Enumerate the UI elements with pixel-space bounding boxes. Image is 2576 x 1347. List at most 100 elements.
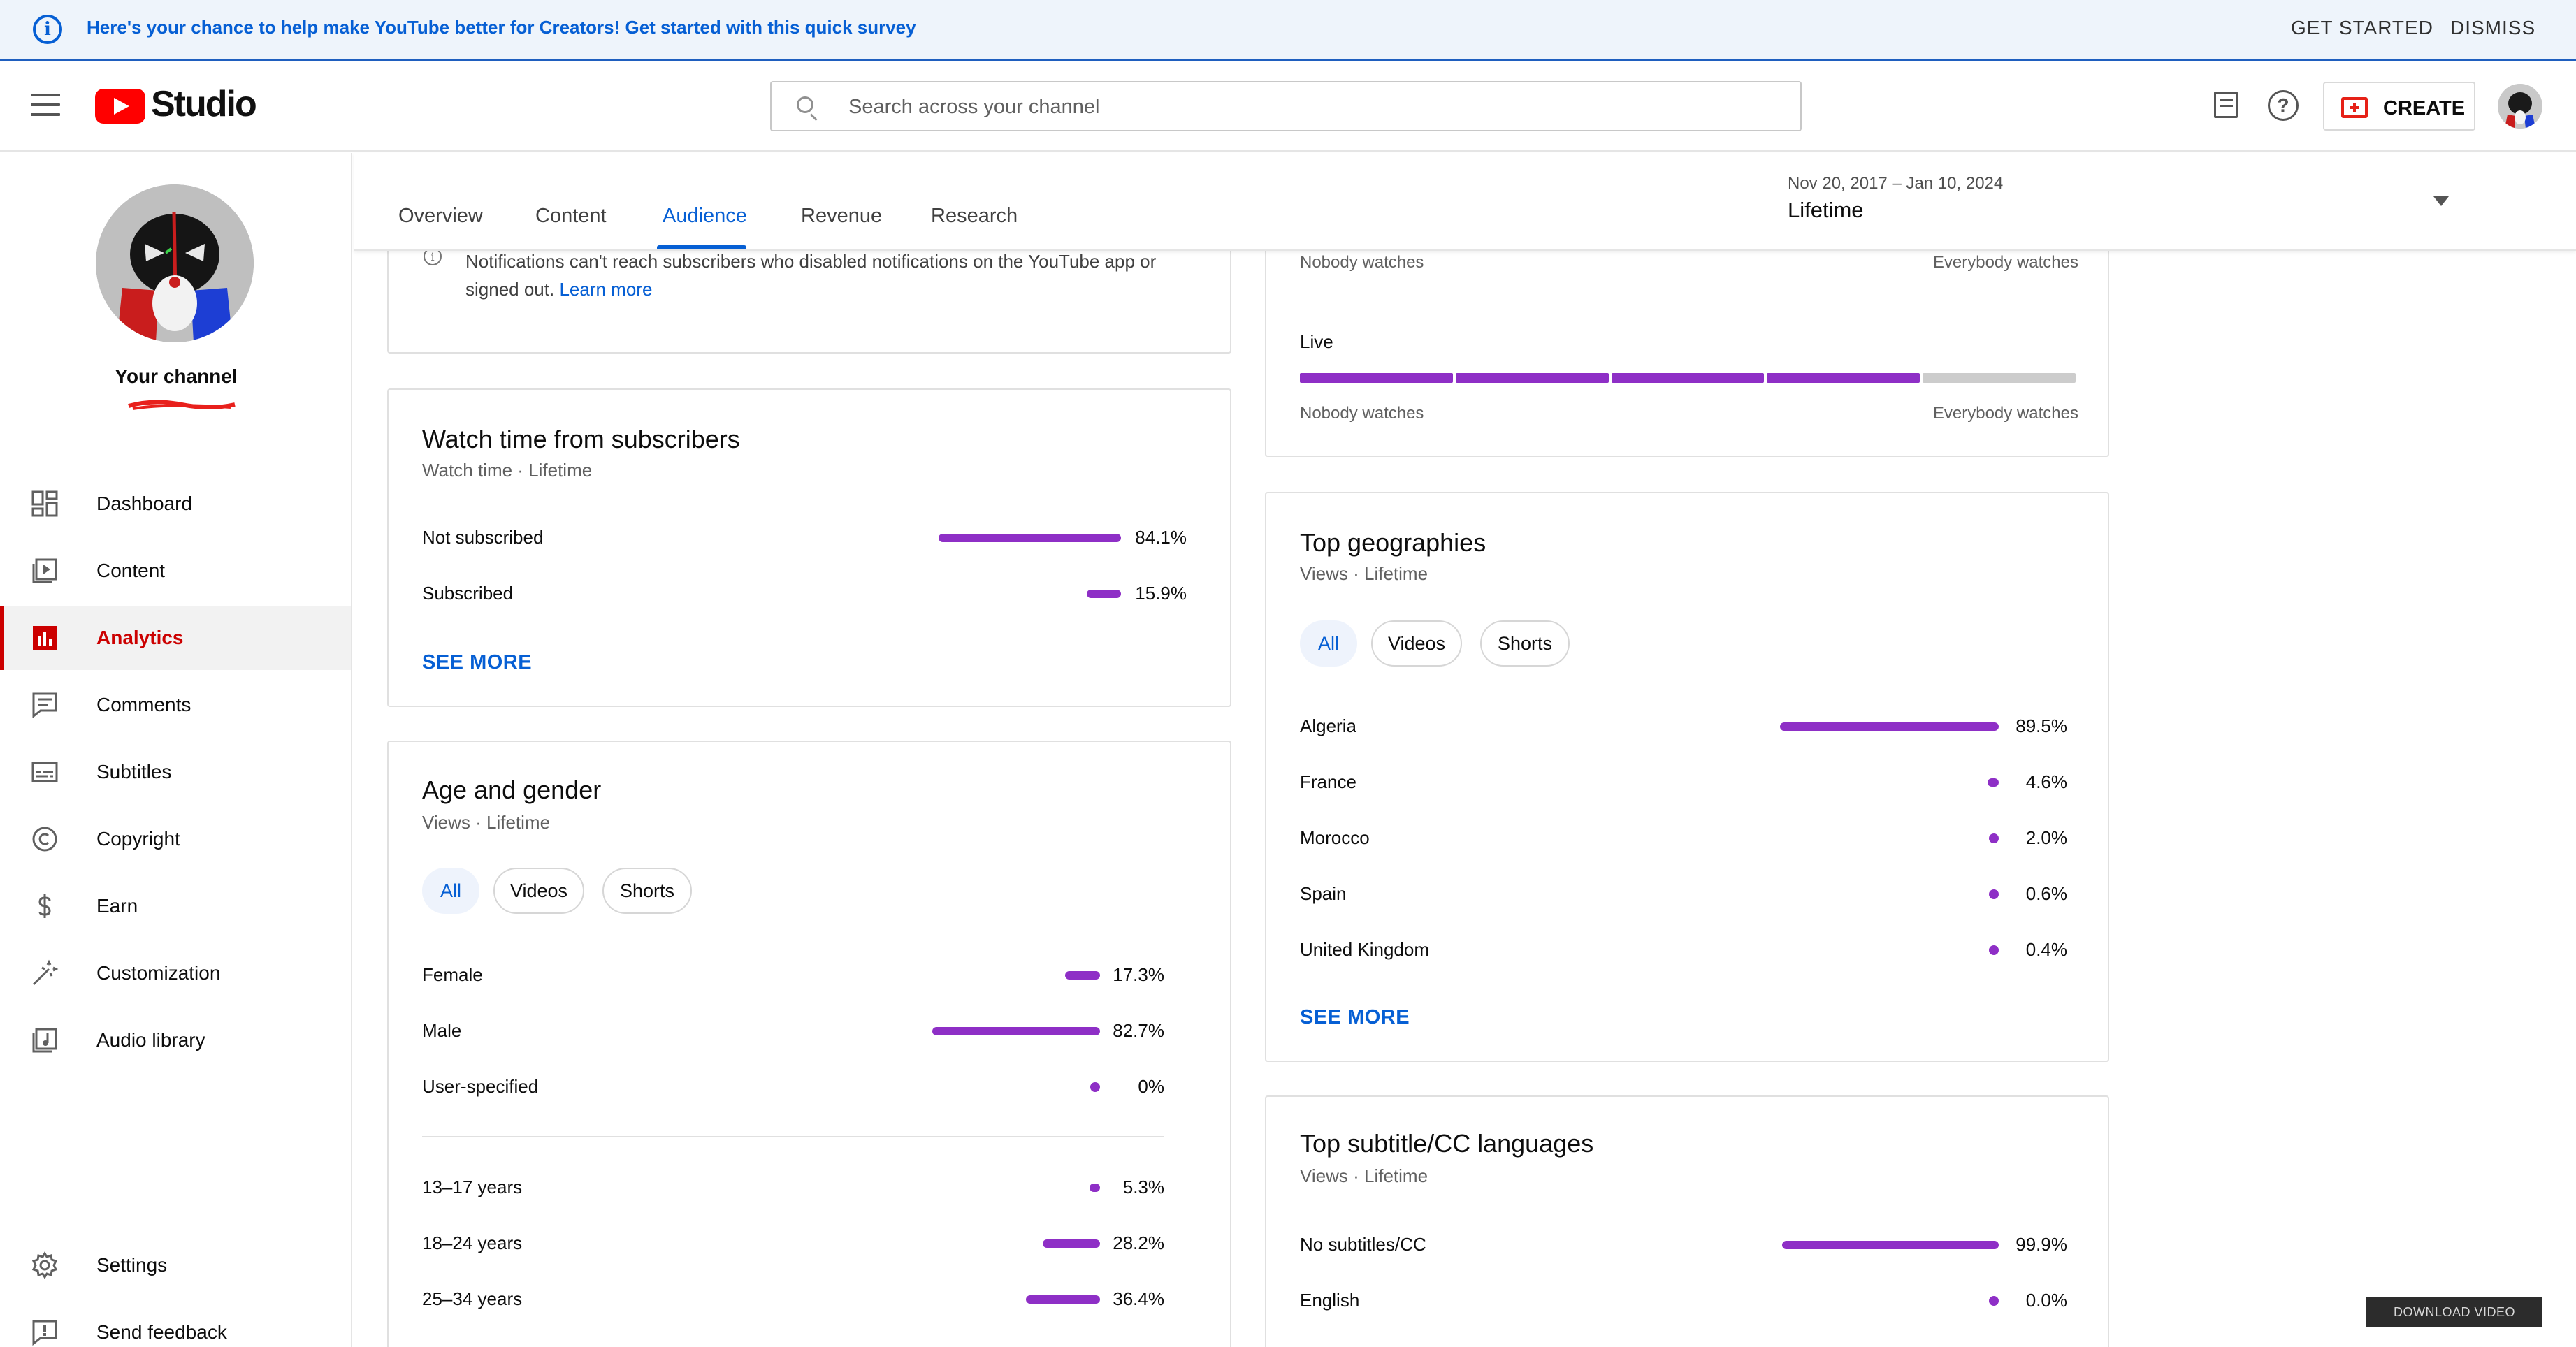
sidebar-item-label: Audio library xyxy=(96,1029,205,1051)
card-subtitle: Views · Lifetime xyxy=(1300,563,1428,584)
your-channel-label[interactable]: Your channel xyxy=(0,365,352,388)
help-icon[interactable]: ? xyxy=(2268,90,2299,121)
row-percentage: 82.7% xyxy=(1113,1020,1164,1041)
sidebar-item-settings[interactable]: Settings xyxy=(0,1233,351,1297)
channel-avatar[interactable] xyxy=(96,184,254,342)
watch-scale-segment xyxy=(1923,373,2076,383)
sidebar-item-subtitles[interactable]: Subtitles xyxy=(0,740,351,804)
chip-shorts[interactable]: Shorts xyxy=(602,868,692,914)
survey-banner: i Here's your chance to help make YouTub… xyxy=(0,0,2576,61)
row-label: Spain xyxy=(1300,883,1347,904)
tab-research[interactable]: Research xyxy=(931,205,1018,228)
sidebar-item-label: Customization xyxy=(96,962,221,984)
row-percentage: 15.9% xyxy=(1135,583,1187,604)
watch-time-subscribers-card: Watch time from subscribers Watch time ·… xyxy=(387,388,1231,707)
sidebar-item-copyright[interactable]: Copyright xyxy=(0,807,351,871)
row-percentage: 84.1% xyxy=(1135,527,1187,548)
percentage-bar xyxy=(932,1027,1100,1035)
creator-feedback-icon[interactable] xyxy=(2214,92,2238,118)
dismiss-button[interactable]: DISMISS xyxy=(2450,17,2535,39)
copyright-icon xyxy=(32,827,57,852)
watch-scale-segment xyxy=(1767,373,1920,383)
row-label: Female xyxy=(422,964,483,985)
sidebar-item-audio-library[interactable]: Audio library xyxy=(0,1008,351,1072)
row-label: No subtitles/CC xyxy=(1300,1234,1426,1255)
row-label: English xyxy=(1300,1290,1360,1311)
row-percentage: 89.5% xyxy=(2016,715,2067,736)
live-label: Live xyxy=(1300,331,1333,352)
learn-more-link[interactable]: Learn more xyxy=(559,279,652,300)
row-label: Subscribed xyxy=(422,583,514,604)
card-title: Watch time from subscribers xyxy=(422,425,740,453)
row-percentage: 0.4% xyxy=(2025,939,2067,960)
chip-all[interactable]: All xyxy=(1300,620,1357,667)
create-label: CREATE xyxy=(2383,97,2466,119)
see-more-button[interactable]: SEE MORE xyxy=(422,651,532,674)
menu-icon[interactable] xyxy=(31,94,60,117)
sidebar-item-comments[interactable]: Comments xyxy=(0,673,351,737)
row-percentage: 99.9% xyxy=(2016,1234,2067,1255)
row-label: Male xyxy=(422,1020,462,1041)
sidebar-item-send-feedback[interactable]: Send feedback xyxy=(0,1300,351,1347)
card-title: Age and gender xyxy=(422,776,602,804)
card-subtitle: Views · Lifetime xyxy=(422,812,551,833)
watch-scale-segment xyxy=(1611,373,1765,383)
row-percentage: 28.2% xyxy=(1113,1232,1164,1253)
percentage-bar xyxy=(1782,1241,1999,1249)
sidebar-item-analytics[interactable]: Analytics xyxy=(0,606,351,670)
date-period-value[interactable]: Lifetime xyxy=(1788,198,1864,223)
subtitles-icon xyxy=(31,762,58,782)
create-video-icon xyxy=(2341,97,2368,118)
date-range-text[interactable]: Nov 20, 2017 – Jan 10, 2024 xyxy=(1788,174,2003,194)
when-viewers-watch-card: Nobody watches Everybody watches Live No… xyxy=(1265,238,2109,457)
sidebar-item-label: Earn xyxy=(96,895,138,917)
sidebar-item-customization[interactable]: Customization xyxy=(0,941,351,1005)
tab-revenue[interactable]: Revenue xyxy=(801,205,882,228)
account-avatar[interactable] xyxy=(2498,84,2542,129)
see-more-button[interactable]: SEE MORE xyxy=(1300,1006,1410,1029)
percentage-bar xyxy=(939,534,1121,542)
divider xyxy=(422,1136,1164,1137)
active-tab-indicator xyxy=(657,245,746,249)
feedback-icon xyxy=(32,1320,57,1346)
get-started-button[interactable]: GET STARTED xyxy=(2291,17,2433,39)
survey-banner-text[interactable]: Here's your chance to help make YouTube … xyxy=(87,17,916,38)
scale-max-label: Everybody watches xyxy=(1932,253,2078,272)
row-label: France xyxy=(1300,771,1356,792)
sidebar-item-dashboard[interactable]: Dashboard xyxy=(0,472,351,536)
sidebar-item-label: Copyright xyxy=(96,828,180,850)
sidebar-item-content[interactable]: Content xyxy=(0,539,351,603)
chip-videos[interactable]: Videos xyxy=(493,868,584,914)
sidebar-item-label: Send feedback xyxy=(96,1321,227,1343)
earn-icon xyxy=(38,894,51,918)
info-icon: i xyxy=(33,15,62,44)
percentage-bar xyxy=(1780,722,1999,731)
tab-content[interactable]: Content xyxy=(535,205,607,228)
sidebar-item-earn[interactable]: Earn xyxy=(0,874,351,938)
scale-min-label: Nobody watches xyxy=(1300,253,1424,272)
row-label: User-specified xyxy=(422,1076,539,1097)
chevron-down-icon[interactable] xyxy=(2433,196,2449,206)
search-box[interactable] xyxy=(770,81,1802,131)
chip-videos[interactable]: Videos xyxy=(1371,620,1462,667)
tab-audience[interactable]: Audience xyxy=(663,205,747,228)
sidebar-item-label: Settings xyxy=(96,1254,168,1276)
sidebar-item-label: Dashboard xyxy=(96,493,192,514)
search-input[interactable] xyxy=(848,92,1757,122)
tab-overview[interactable]: Overview xyxy=(398,205,483,228)
notifications-info-text: Notifications can't reach subscribers wh… xyxy=(465,251,1157,300)
row-percentage: 0% xyxy=(1138,1076,1164,1097)
studio-logo-text[interactable]: Studio xyxy=(151,83,257,125)
audio-library-icon xyxy=(32,1028,57,1053)
settings-icon xyxy=(31,1251,58,1279)
dashboard-icon xyxy=(31,490,58,517)
scale-max-label: Everybody watches xyxy=(1932,404,2078,423)
chip-all[interactable]: All xyxy=(422,868,479,914)
youtube-logo-icon[interactable] xyxy=(95,89,145,124)
create-button[interactable]: CREATE xyxy=(2323,82,2475,131)
content-icon xyxy=(32,558,57,583)
chip-shorts[interactable]: Shorts xyxy=(1480,620,1570,667)
card-title: Top subtitle/CC languages xyxy=(1300,1129,1594,1158)
scale-min-label: Nobody watches xyxy=(1300,404,1424,423)
download-video-button[interactable]: DOWNLOAD VIDEO xyxy=(2366,1297,2542,1327)
